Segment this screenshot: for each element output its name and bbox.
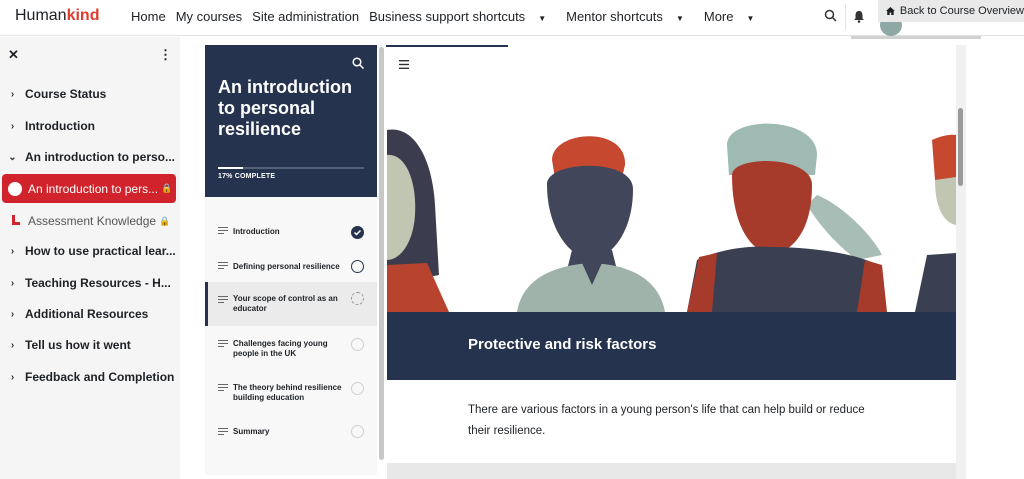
chevron-right-icon: ›	[10, 88, 15, 100]
bell-icon[interactable]	[853, 10, 865, 28]
status-circle-icon	[351, 425, 364, 438]
drawer-item-additional-resources[interactable]: › Additional Resources	[0, 303, 180, 325]
section-title: Protective and risk factors	[468, 336, 657, 353]
status-circle-icon	[351, 382, 364, 395]
site-logo[interactable]: Humankind	[15, 7, 99, 25]
status-circle-icon	[351, 338, 364, 351]
nav-link-mentor-shortcuts-label: Mentor shortcuts	[566, 9, 663, 24]
chevron-right-icon: ›	[10, 371, 15, 383]
drawer-item-practical-learning[interactable]: › How to use practical lear...	[0, 240, 180, 262]
drawer-item-introduction[interactable]: › Introduction	[0, 115, 180, 137]
menu-lines-icon	[218, 340, 228, 349]
drawer-active-lesson[interactable]: An introduction to pers... 🔒	[2, 174, 176, 203]
drawer-item-label: How to use practical lear...	[25, 244, 176, 258]
chevron-down-icon: ▼	[538, 14, 547, 23]
nav-link-more-label: More	[703, 9, 734, 24]
lesson-item-challenges[interactable]: Challenges facing young people in the UK	[205, 335, 377, 363]
lock-icon: 🔒	[161, 183, 173, 193]
hamburger-menu-icon[interactable]	[399, 56, 409, 74]
primary-navigation: Home My courses Site administration Busi…	[131, 9, 774, 24]
chevron-right-icon: ›	[10, 245, 15, 257]
course-title: An introduction to personal resilience	[218, 77, 352, 139]
nav-link-more[interactable]: More ▼	[704, 9, 765, 24]
drawer-sub-label: Assessment Knowledge	[28, 214, 157, 228]
drawer-item-assessment-knowledge[interactable]: Assessment Knowledge 🔒	[0, 210, 180, 232]
lesson-item-theory[interactable]: The theory behind resilience building ed…	[205, 379, 377, 407]
chevron-down-icon: ▼	[746, 14, 755, 23]
drawer-active-label: An introduction to pers...	[28, 181, 159, 196]
drawer-item-teaching-resources[interactable]: › Teaching Resources - H...	[0, 272, 180, 294]
back-to-course-overview-button[interactable]: Back to Course Overview	[878, 0, 1024, 22]
drawer-item-intro-personal-resilience[interactable]: ⌄ An introduction to perso...	[0, 146, 180, 168]
kebab-menu-icon[interactable]: ⋮	[159, 47, 172, 63]
drawer-item-feedback[interactable]: › Feedback and Completion	[0, 366, 180, 388]
lesson-item-scope-of-control[interactable]: Your scope of control as an educator	[205, 282, 377, 326]
chevron-right-icon: ›	[10, 339, 15, 351]
progress-text: 17% COMPLETE	[218, 173, 276, 180]
lesson-item-introduction[interactable]: Introduction	[205, 222, 377, 242]
lesson-item-defining[interactable]: Defining personal resilience	[205, 255, 377, 279]
back-button-underline	[851, 36, 981, 39]
chevron-right-icon: ›	[10, 308, 15, 320]
outline-scrollbar[interactable]	[379, 47, 384, 460]
logo-text-kind: kind	[66, 7, 100, 24]
chevron-down-icon: ⌄	[8, 151, 17, 163]
drawer-item-label: Additional Resources	[25, 307, 149, 321]
back-button-label: Back to Course Overview	[899, 5, 1024, 17]
nav-link-business-support-label: Business support shortcuts	[369, 9, 526, 24]
section-banner: Protective and risk factors	[387, 312, 956, 380]
nav-link-business-support[interactable]: Business support shortcuts ▼	[369, 9, 556, 24]
drawer-item-label: Teaching Resources - H...	[25, 276, 171, 290]
progress-bar	[218, 167, 364, 169]
lesson-label: Challenges facing young people in the UK	[233, 339, 328, 358]
menu-lines-icon	[218, 296, 228, 305]
drawer-item-label: Feedback and Completion	[25, 370, 175, 384]
nav-link-home[interactable]: Home	[131, 9, 166, 24]
lesson-list: Introduction Defining personal resilienc…	[205, 197, 377, 475]
lesson-item-summary[interactable]: Summary	[205, 423, 377, 443]
menu-lines-icon	[218, 428, 228, 437]
lesson-label: Summary	[233, 427, 270, 436]
lesson-label: The theory behind resilience building ed…	[233, 383, 342, 402]
lesson-label: Defining personal resilience	[233, 262, 340, 271]
drawer-item-label: Tell us how it went	[25, 338, 131, 352]
lesson-label: Introduction	[233, 227, 280, 236]
quiz-icon	[12, 214, 22, 228]
nav-link-mentor-shortcuts[interactable]: Mentor shortcuts ▼	[566, 9, 694, 24]
check-complete-icon	[351, 226, 364, 239]
progress-bar-fill	[218, 167, 243, 169]
lesson-label: Your scope of control as an educator	[233, 294, 338, 313]
lesson-body-text: There are various factors in a young per…	[468, 404, 865, 437]
status-circle-icon	[351, 260, 364, 273]
chevron-right-icon: ›	[10, 277, 15, 289]
content-progress-line	[386, 45, 508, 47]
drawer-item-label: An introduction to perso...	[25, 150, 175, 164]
nav-link-my-courses[interactable]: My courses	[176, 9, 242, 24]
chevron-right-icon: ›	[10, 120, 15, 132]
content-footer-block	[387, 463, 956, 479]
lesson-icon	[8, 181, 22, 196]
close-icon[interactable]: ✕	[8, 47, 19, 63]
content-scrollbar[interactable]	[958, 108, 963, 186]
drawer-item-course-status[interactable]: › Course Status	[0, 83, 180, 105]
search-icon[interactable]	[352, 56, 365, 74]
chevron-down-icon: ▼	[675, 14, 684, 23]
logo-text-human: Human	[15, 7, 67, 24]
in-progress-icon	[351, 292, 364, 305]
lesson-outline-header: An introduction to personal resilience 1…	[205, 45, 377, 197]
menu-lines-icon	[218, 227, 228, 236]
nav-link-site-administration[interactable]: Site administration	[252, 9, 359, 24]
menu-lines-icon	[218, 262, 228, 271]
hero-illustration	[387, 85, 956, 312]
nav-divider	[845, 4, 846, 30]
lock-icon: 🔒	[159, 215, 171, 226]
search-icon[interactable]	[824, 9, 837, 27]
drawer-item-label: Introduction	[25, 119, 95, 133]
drawer-item-label: Course Status	[25, 87, 107, 101]
drawer-item-tell-us[interactable]: › Tell us how it went	[0, 334, 180, 356]
home-icon	[886, 6, 895, 16]
menu-lines-icon	[218, 384, 228, 393]
course-index-drawer: ✕ ⋮ › Course Status › Introduction ⌄ An int…	[0, 37, 180, 479]
top-navbar: Humankind Home My courses Site administr…	[0, 0, 1024, 39]
